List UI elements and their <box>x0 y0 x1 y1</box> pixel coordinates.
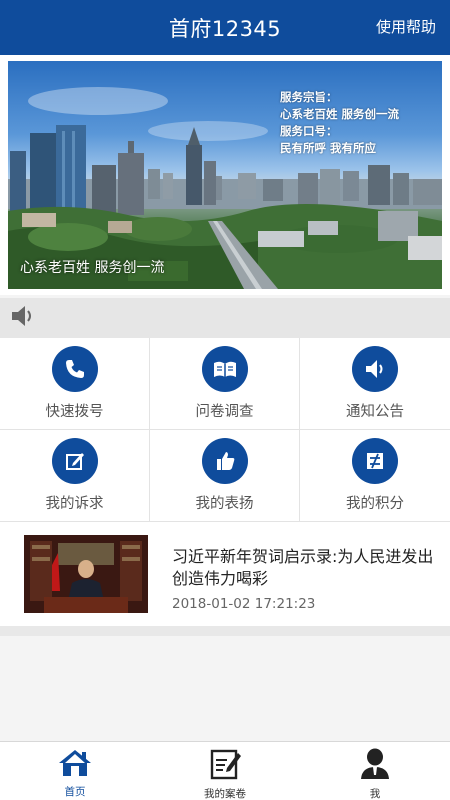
news-timestamp: 2018-01-02 17:21:23 <box>172 596 316 612</box>
grid-label: 我的诉求 <box>45 496 104 512</box>
grid-label: 问卷调查 <box>195 404 254 420</box>
grid-item-announcements[interactable]: 通知公告 <box>300 338 450 430</box>
app-screen: 首府12345 使用帮助 服务宗旨： 心系老百姓 服务创一流 服务口号： 民有所… <box>0 0 450 800</box>
tab-label: 我 <box>369 788 381 800</box>
grid-label: 通知公告 <box>346 404 404 420</box>
grid-item-my-points[interactable]: 我的积分 <box>300 430 450 522</box>
banner-motto: 服务宗旨： 心系老百姓 服务创一流 服务口号： 民有所呼 我有所应 <box>280 89 399 157</box>
thumbs-up-icon <box>201 438 248 484</box>
header-bar: 首府12345 使用帮助 <box>0 0 450 55</box>
phone-icon <box>51 346 98 392</box>
grid-item-my-appeals[interactable]: 我的诉求 <box>0 430 150 522</box>
user-icon <box>357 748 393 784</box>
grid-item-survey[interactable]: 问卷调查 <box>150 338 300 430</box>
points-icon <box>352 438 398 484</box>
grid-item-my-praise[interactable]: 我的表扬 <box>150 430 300 522</box>
motto-line: 心系老百姓 服务创一流 <box>280 107 400 121</box>
grid-label: 我的积分 <box>346 496 404 512</box>
banner-container: 服务宗旨： 心系老百姓 服务创一流 服务口号： 民有所呼 我有所应 心系老百姓 … <box>0 55 450 295</box>
news-headline: 习近平新年贺词启示录:为人民进发出创造伟力喝彩 <box>172 547 434 588</box>
survey-icon <box>201 346 248 392</box>
banner-slogan: 心系老百姓 服务创一流 <box>20 260 165 276</box>
edit-icon <box>51 438 98 484</box>
grid-item-quick-dial[interactable]: 快速拨号 <box>0 338 150 430</box>
home-icon <box>57 748 93 782</box>
motto-line: 服务宗旨： <box>280 90 338 104</box>
tab-me[interactable]: 我 <box>300 742 450 800</box>
notice-bar[interactable] <box>0 298 450 338</box>
grid-label: 快速拨号 <box>45 404 104 420</box>
grid-label: 我的表扬 <box>195 496 254 512</box>
function-grid: 快速拨号 问卷调查 通知公告 我的诉求 我的表扬 我的积分 <box>0 338 450 522</box>
case-file-icon <box>207 748 243 784</box>
speaker-icon <box>10 304 36 332</box>
banner-image[interactable]: 服务宗旨： 心系老百姓 服务创一流 服务口号： 民有所呼 我有所应 心系老百姓 … <box>8 61 442 289</box>
help-button[interactable]: 使用帮助 <box>376 16 436 37</box>
tab-home[interactable]: 首页 <box>0 742 150 800</box>
tab-label: 我的案卷 <box>204 788 246 800</box>
motto-line: 民有所呼 我有所应 <box>280 141 377 155</box>
speaker-icon <box>352 346 398 392</box>
bottom-tab-bar: 首页 我的案卷 我 <box>0 741 450 800</box>
section-divider <box>0 626 450 636</box>
news-list-item[interactable]: 习近平新年贺词启示录:为人民进发出创造伟力喝彩 2018-01-02 17:21… <box>0 522 450 626</box>
app-title: 首府12345 <box>168 16 282 41</box>
tab-label: 首页 <box>64 786 86 798</box>
news-thumbnail <box>24 535 148 613</box>
motto-line: 服务口号： <box>280 124 338 138</box>
tab-my-cases[interactable]: 我的案卷 <box>150 742 300 800</box>
